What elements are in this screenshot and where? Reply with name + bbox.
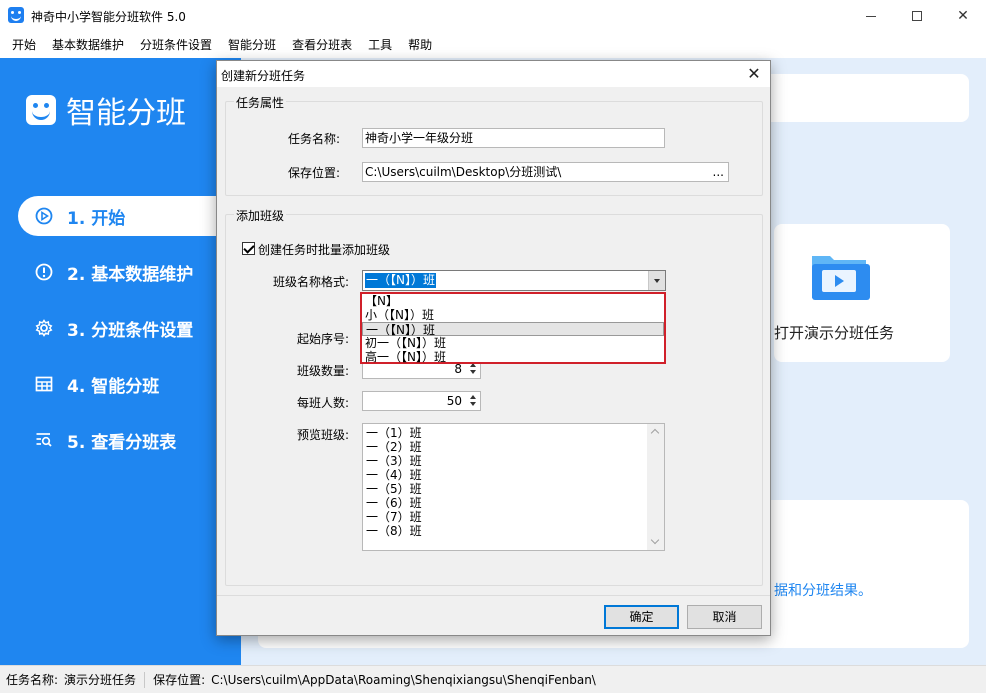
- maximize-icon: [912, 11, 922, 21]
- preview-label: 预览班级:: [297, 428, 350, 442]
- per-class-value: 50: [446, 394, 462, 408]
- menu-bar: 开始 基本数据维护 分班条件设置 智能分班 查看分班表 工具 帮助: [0, 32, 986, 58]
- create-task-dialog: 创建新分班任务 ✕ 任务属性 任务名称: 神奇小学一年级分班 保存位置: C:\…: [216, 60, 771, 636]
- format-option[interactable]: 初一（【N】）班: [362, 336, 664, 350]
- dialog-title-bar: 创建新分班任务 ✕: [217, 61, 770, 87]
- close-icon: ✕: [747, 64, 761, 83]
- scroll-down-icon[interactable]: [650, 535, 660, 545]
- save-path-input[interactable]: C:\Users\cuilm\Desktop\分班测试\ ...: [362, 162, 729, 182]
- format-option[interactable]: 【N】: [362, 294, 664, 308]
- logo-icon: [26, 95, 56, 125]
- sidebar-item-start[interactable]: 1. 开始: [18, 196, 241, 236]
- sidebar-item-label: 2. 基本数据维护: [67, 264, 194, 285]
- status-task-label: 任务名称:: [6, 673, 59, 687]
- format-option-selected[interactable]: 一（【N】）班: [362, 322, 664, 337]
- close-icon: ✕: [957, 8, 969, 24]
- start-number-label: 起始序号:: [297, 332, 350, 346]
- scroll-up-icon[interactable]: [650, 428, 660, 438]
- sidebar-item-label: 4. 智能分班: [67, 376, 160, 397]
- bottom-card-text: 据和分班结果。: [774, 583, 872, 599]
- chevron-down-icon[interactable]: [648, 271, 665, 290]
- sidebar-item-label: 1. 开始: [67, 208, 126, 229]
- menu-smart-split[interactable]: 智能分班: [220, 32, 284, 58]
- table-grid-icon: [35, 375, 53, 393]
- sidebar-item-view-table[interactable]: 5. 查看分班表: [18, 420, 241, 460]
- search-list-icon: [35, 431, 53, 449]
- class-count-value: 8: [454, 362, 462, 376]
- format-option[interactable]: 高一（【N】）班: [362, 350, 664, 364]
- task-properties-group: 任务属性 任务名称: 神奇小学一年级分班 保存位置: C:\Users\cuil…: [225, 94, 763, 196]
- batch-add-label: 创建任务时批量添加班级: [258, 243, 391, 257]
- open-demo-card[interactable]: 打开演示分班任务: [774, 224, 950, 362]
- per-class-label: 每班人数:: [297, 396, 350, 410]
- info-circle-icon: [35, 263, 53, 281]
- format-label: 班级名称格式:: [273, 275, 350, 289]
- list-item: 一（2）班: [366, 440, 422, 454]
- stepper-arrows-icon[interactable]: [468, 394, 478, 408]
- list-item: 一（6）班: [366, 496, 422, 510]
- task-name-label: 任务名称:: [288, 132, 341, 146]
- status-path-label: 保存位置:: [153, 673, 206, 687]
- list-item: 一（8）班: [366, 524, 422, 538]
- dialog-footer: 确定 取消: [217, 595, 770, 635]
- status-bar: 任务名称: 演示分班任务 保存位置: C:\Users\cuilm\AppDat…: [0, 665, 986, 693]
- gear-icon: [35, 319, 53, 337]
- list-item: 一（7）班: [366, 510, 422, 524]
- preview-scrollbar[interactable]: [647, 424, 664, 550]
- sidebar-logo: 智能分班: [26, 88, 186, 132]
- minimize-icon: [866, 15, 876, 17]
- list-item: 一（1）班: [366, 426, 422, 440]
- format-selected-value: 一（【N】）班: [365, 273, 436, 288]
- menu-basic-data[interactable]: 基本数据维护: [44, 32, 132, 58]
- sidebar-item-conditions[interactable]: 3. 分班条件设置: [18, 308, 241, 348]
- maximize-button[interactable]: [894, 0, 940, 32]
- task-name-input[interactable]: 神奇小学一年级分班: [362, 128, 665, 148]
- format-dropdown-list: 【N】 小（【N】）班 一（【N】）班 初一（【N】）班 高一（【N】）班: [360, 292, 666, 364]
- play-circle-icon: [35, 207, 53, 225]
- title-bar: 神奇中小学智能分班软件 5.0 ✕: [0, 0, 986, 32]
- window-title: 神奇中小学智能分班软件 5.0: [31, 10, 186, 24]
- save-path-value: C:\Users\cuilm\Desktop\分班测试\: [365, 165, 562, 179]
- close-button[interactable]: ✕: [940, 0, 986, 32]
- app-logo-icon: [8, 7, 24, 23]
- status-path-value: C:\Users\cuilm\AppData\Roaming\Shenqixia…: [211, 672, 596, 687]
- dialog-title: 创建新分班任务: [221, 69, 306, 83]
- status-task-value: 演示分班任务: [64, 673, 137, 687]
- sidebar: 智能分班 1. 开始 2. 基本数据维护 3. 分班条件设置 4. 智能分班 5…: [0, 58, 241, 665]
- format-option[interactable]: 小（【N】）班: [362, 308, 664, 322]
- menu-conditions[interactable]: 分班条件设置: [132, 32, 220, 58]
- list-item: 一（5）班: [366, 482, 422, 496]
- save-path-label: 保存位置:: [288, 166, 341, 180]
- sidebar-item-label: 3. 分班条件设置: [67, 320, 194, 341]
- preview-listbox[interactable]: 一（1）班 一（2）班 一（3）班 一（4）班 一（5）班 一（6）班 一（7）…: [362, 423, 665, 551]
- per-class-stepper[interactable]: 50: [362, 391, 481, 411]
- stepper-arrows-icon[interactable]: [468, 362, 478, 376]
- menu-help[interactable]: 帮助: [400, 32, 440, 58]
- group-label-task-properties: 任务属性: [234, 94, 287, 111]
- sidebar-item-label: 5. 查看分班表: [67, 432, 177, 453]
- presentation-folder-icon: [808, 250, 870, 302]
- ok-button[interactable]: 确定: [604, 605, 679, 629]
- status-divider: [144, 671, 146, 688]
- format-select[interactable]: 一（【N】）班: [362, 270, 666, 291]
- minimize-button[interactable]: [848, 0, 894, 32]
- batch-add-checkbox[interactable]: [242, 242, 255, 255]
- menu-start[interactable]: 开始: [4, 32, 44, 58]
- open-demo-label: 打开演示分班任务: [774, 324, 895, 342]
- menu-tools[interactable]: 工具: [360, 32, 400, 58]
- cancel-button[interactable]: 取消: [687, 605, 762, 629]
- sidebar-item-smart-split[interactable]: 4. 智能分班: [18, 364, 241, 404]
- logo-text: 智能分班: [66, 96, 186, 131]
- sidebar-item-basic-data[interactable]: 2. 基本数据维护: [18, 252, 241, 292]
- group-label-add-class: 添加班级: [234, 207, 287, 224]
- preview-items: 一（1）班 一（2）班 一（3）班 一（4）班 一（5）班 一（6）班 一（7）…: [363, 426, 422, 538]
- list-item: 一（4）班: [366, 468, 422, 482]
- list-item: 一（3）班: [366, 454, 422, 468]
- menu-view-table[interactable]: 查看分班表: [284, 32, 360, 58]
- browse-button[interactable]: ...: [713, 163, 724, 181]
- dialog-close-button[interactable]: ✕: [742, 63, 766, 85]
- class-count-label: 班级数量:: [297, 364, 350, 378]
